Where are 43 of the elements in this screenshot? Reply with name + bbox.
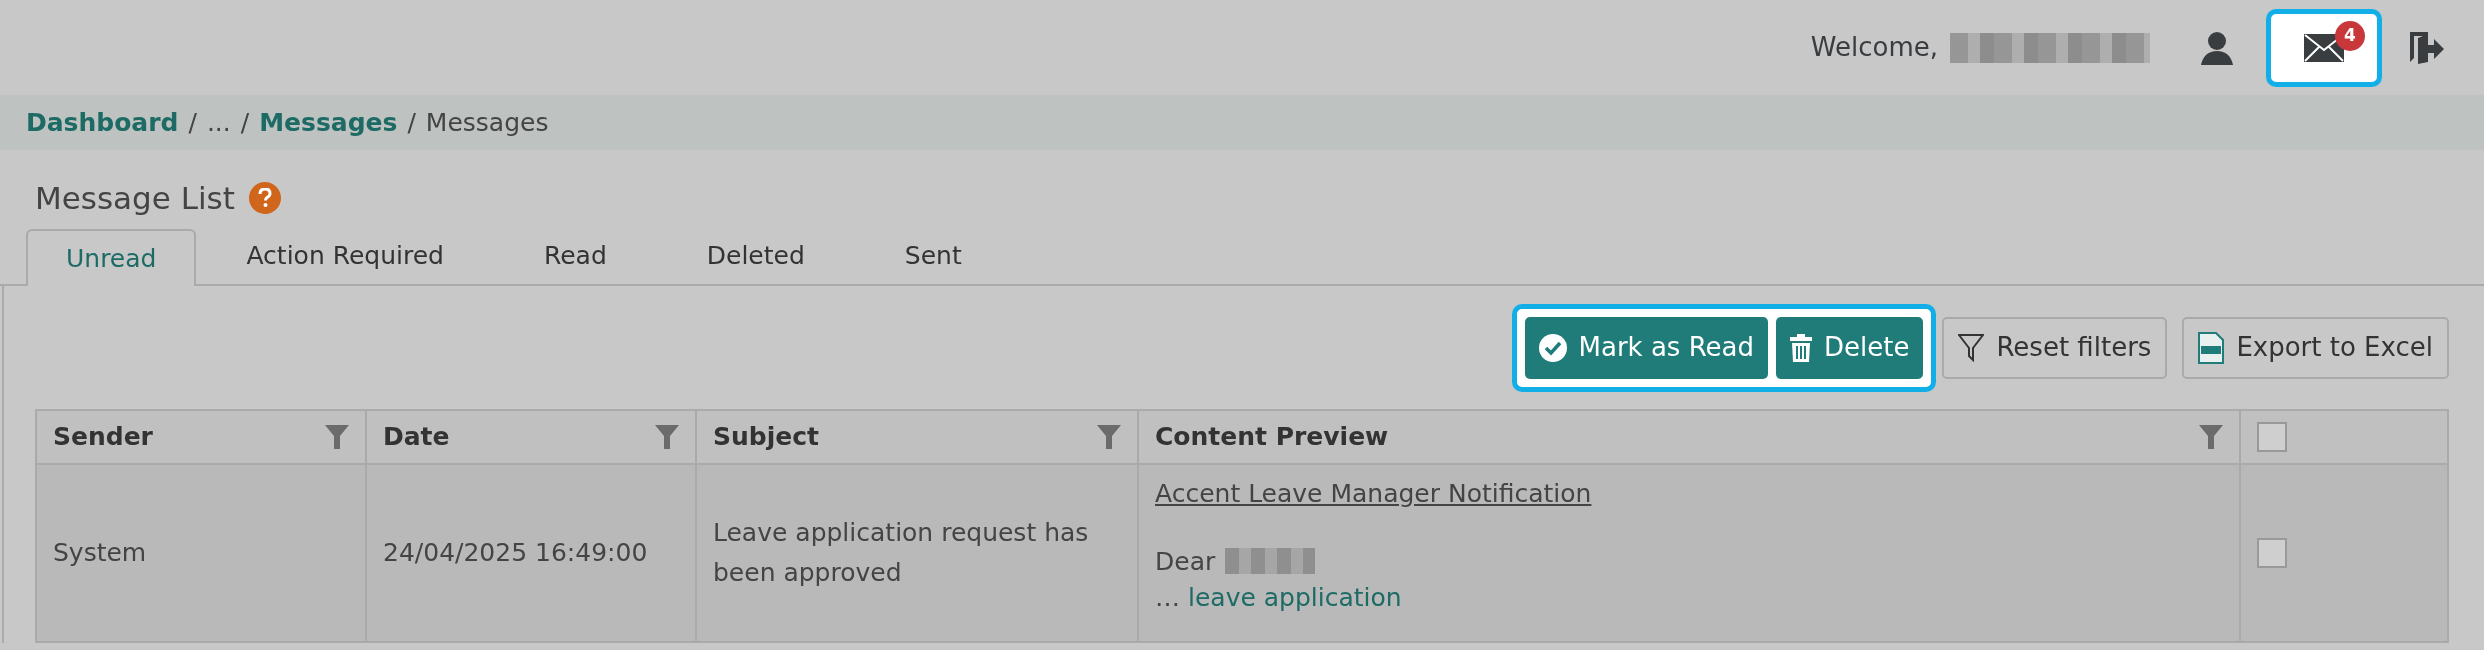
filter-icon[interactable] (2199, 425, 2223, 449)
welcome-text: Welcome, (1810, 31, 1938, 64)
breadcrumb-separator: / (407, 106, 416, 139)
filter-icon[interactable] (325, 425, 349, 449)
table-cell: System (36, 464, 366, 642)
greeting-text: Dear (1155, 545, 1216, 578)
notification-badge: 4 (2335, 20, 2365, 51)
breadcrumb-separator: / (240, 106, 250, 139)
tab[interactable]: Deleted (656, 227, 855, 284)
filter-icon (1958, 333, 1985, 362)
breadcrumb-link[interactable]: Dashboard (26, 103, 179, 142)
breadcrumb-text: Messages (425, 106, 549, 139)
page-title: Message List (35, 178, 235, 218)
table-cell: Leave application request has been approved (696, 464, 1138, 642)
mail-icon[interactable] (2304, 33, 2344, 62)
table-cell: 24/04/2025 16:49:00 (366, 464, 696, 642)
toolbar-button[interactable]: Delete (1776, 316, 1924, 379)
tab[interactable]: Action Required (196, 227, 494, 284)
breadcrumb-text: ... (206, 106, 231, 139)
logout-icon[interactable] (2410, 31, 2444, 64)
tab[interactable]: Sent (854, 227, 1012, 284)
column-header[interactable]: Date (366, 410, 696, 464)
tab[interactable]: Unread (26, 229, 197, 286)
spreadsheet-file-icon (2198, 331, 2225, 364)
preview-title-link[interactable]: Accent Leave Manager Notification (1155, 479, 1592, 508)
trash-icon (1790, 333, 1812, 362)
column-header[interactable]: Content Preview (1138, 410, 2240, 464)
checkbox[interactable] (2257, 538, 2287, 568)
user-icon[interactable] (2200, 30, 2234, 65)
toolbar-button[interactable]: Export to Excel (2182, 316, 2449, 379)
toolbar-button[interactable]: Reset filters (1942, 316, 2168, 379)
ellipsis-text: … (1155, 582, 1180, 614)
checkbox[interactable] (2257, 422, 2287, 452)
breadcrumb-separator: / (188, 106, 197, 139)
column-header[interactable]: Subject (696, 410, 1138, 464)
column-header[interactable]: Sender (36, 410, 366, 464)
filter-icon[interactable] (655, 425, 679, 449)
check-circle-icon (1538, 333, 1567, 362)
toolbar-button[interactable]: Mark as Read (1524, 316, 1768, 379)
filter-icon[interactable] (1097, 425, 1121, 449)
help-icon[interactable] (248, 182, 281, 214)
tab[interactable]: Read (493, 227, 657, 284)
breadcrumb-link[interactable]: Messages (259, 103, 398, 142)
